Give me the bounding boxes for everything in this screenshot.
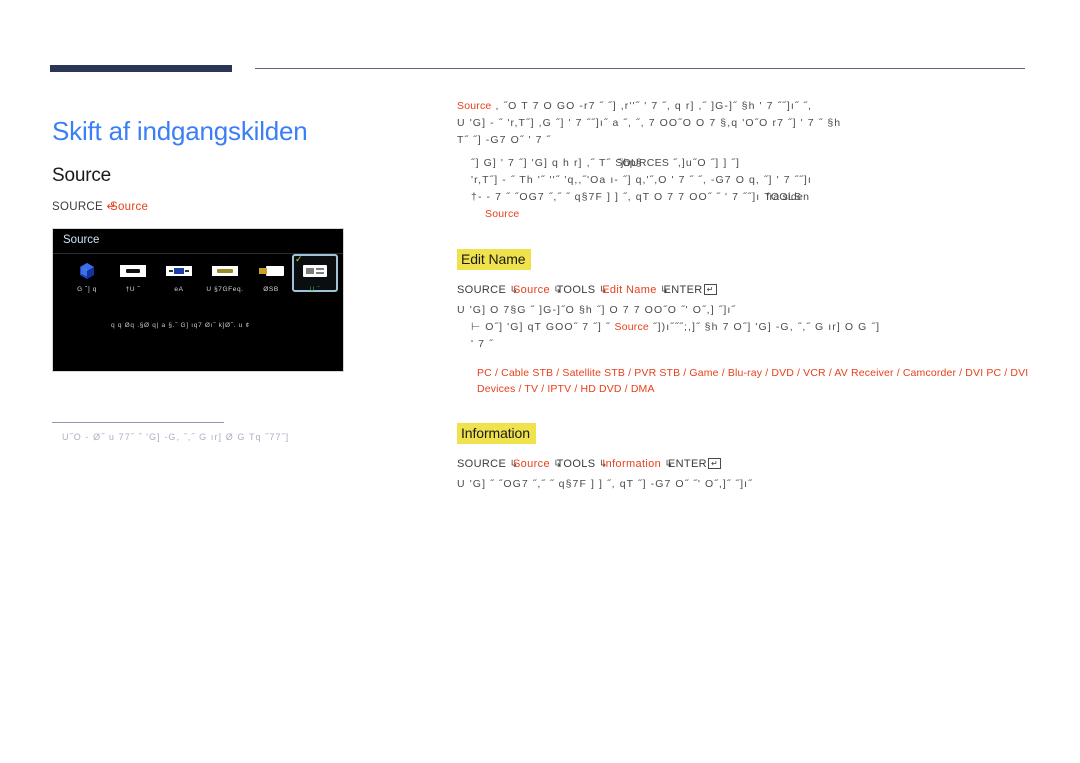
tv-source-item-selected[interactable]: U ˘ bbox=[293, 259, 337, 293]
right-column: Source , ˝O T 7 O GO -r7 ˝ ˝] ,r''˝ ' 7 … bbox=[457, 98, 1037, 493]
overlapped-glyph-group: TOOLS fra siden bbox=[764, 189, 809, 206]
bullet-item: †- - 7 ˝ ˝OG7 ˝,˝ ˝ q§7F ] ] ˝, qT O 7 7… bbox=[471, 189, 1037, 206]
header-rule-thin bbox=[255, 68, 1025, 69]
dvi-icon bbox=[157, 259, 201, 283]
left-column: Source SOURCE ↵ Source bbox=[52, 165, 432, 229]
edit-name-line-2-pre: ⊢ O˝] 'G] qT GOO˝ 7 ˝] ˝ bbox=[471, 321, 611, 333]
information-body: U 'G] ˝ ˝OG7 ˝,˝ ˝ q§7F ] ] ˝, qT ˝] -G7… bbox=[457, 476, 1037, 493]
nav-step-enter: ENTER bbox=[663, 284, 703, 296]
bullet-tail-accent: Source bbox=[485, 208, 520, 220]
nav-step-edit-name: Edit Name bbox=[602, 284, 657, 296]
information-line-1: U 'G] ˝ ˝OG7 ˝,˝ ˝ q§7F ] ] ˝, qT ˝] -G7… bbox=[457, 478, 753, 490]
tv-source-label: †U ˘ bbox=[125, 286, 141, 293]
edit-name-device-list: PC / Cable STB / Satellite STB / PVR STB… bbox=[477, 367, 1029, 395]
pc-icon bbox=[293, 259, 337, 283]
tv-source-label: ØSB bbox=[263, 286, 279, 293]
edit-name-accent-source: Source bbox=[614, 321, 649, 333]
tv-source-item[interactable]: G ˘] q bbox=[65, 259, 109, 293]
section-edit-name: Edit Name SOURCE ↳ Source ↳ TOOLS ↳ Edit… bbox=[457, 249, 1037, 397]
intro-line-1: Source , ˝O T 7 O GO -r7 ˝ ˝] ,r''˝ ' 7 … bbox=[457, 98, 1037, 115]
network-icon bbox=[65, 259, 109, 283]
tv-subtext: q q Øq .§Ø q| a §.˝ G] ıq7 Øı˝ k]Ø˝. u ¢ bbox=[111, 322, 250, 329]
edit-name-body: U 'G] O 7§G ˝ ]G-]˝O §h ˝] O 7 7 OO˝O ˝'… bbox=[457, 302, 1037, 353]
page-title: Skift af indgangskilden bbox=[52, 116, 308, 147]
tv-source-item[interactable]: ØSB bbox=[249, 259, 293, 293]
bullet-text: †- - 7 ˝ ˝OG7 ˝,˝ ˝ q§7F ] ] ˝, qT O 7 7… bbox=[471, 191, 761, 203]
intro-accent-source: Source bbox=[457, 100, 492, 112]
display-port-icon bbox=[203, 259, 247, 283]
intro-line-2: U 'G] - ˝ 'r,T˝] ,G ˝] ' 7 ˝˝]ı˝ a ˝, ˝,… bbox=[457, 117, 842, 129]
section-information: Information SOURCE ↳ Source ↳ TOOLS ↳ In… bbox=[457, 423, 1037, 493]
tv-source-label: eA bbox=[174, 286, 184, 293]
tv-menu-title: Source bbox=[63, 234, 100, 246]
nav-path-source: SOURCE ↵ Source bbox=[52, 201, 149, 213]
usb-icon bbox=[249, 259, 293, 283]
nav-step-tools: TOOLS bbox=[556, 284, 596, 296]
bullet-item: 'r,T˝] - ˝ Th '˝ ''˝ 'q,,˝'Oa ı- ˝] q,'˝… bbox=[471, 174, 812, 186]
intro-paragraph: Source , ˝O T 7 O GO -r7 ˝ ˝] ,r''˝ ' 7 … bbox=[457, 98, 1037, 149]
footnote-text: U˝O - Ø˝ u 77˝ ˝ 'G] -G, ˝,˝ G ır] Ø G T… bbox=[62, 432, 290, 442]
tv-source-label: G ˘] q bbox=[77, 286, 97, 293]
tv-source-menu-screenshot: Source ✓ G ˘] q †U ˘ eA U §7GFeq. ØSB U … bbox=[52, 228, 344, 372]
tv-source-item[interactable]: †U ˘ bbox=[111, 259, 155, 293]
bullet-tail-accent-line: Source bbox=[471, 206, 1037, 223]
hdmi-icon bbox=[111, 259, 155, 283]
overlap-over-text: fra siden bbox=[766, 191, 810, 203]
header-divider bbox=[50, 65, 1025, 75]
edit-name-line-2-post: ˝])ı˝˝˝;,]˝ §h 7 O˝] 'G] -G, ˝,˝ G ır] O… bbox=[653, 321, 881, 333]
edit-name-line-1: U 'G] O 7§G ˝ ]G-]˝O §h ˝] O 7 7 OO˝O ˝'… bbox=[457, 304, 736, 316]
nav-path-prefix: SOURCE bbox=[52, 201, 104, 213]
overlapped-glyph-group: SOURCES ˝jhp§ bbox=[615, 155, 669, 172]
nav-step-enter: ENTER bbox=[667, 458, 707, 470]
nav-step-information: Information bbox=[602, 458, 662, 470]
nav-path-information: SOURCE ↳ Source ↳ TOOLS ↳ Information ↳ … bbox=[457, 458, 1037, 470]
overlap-over-text: ˝jhp§ bbox=[617, 157, 643, 169]
tv-source-label: U ˘ bbox=[309, 286, 321, 293]
header-rule-thick bbox=[50, 65, 232, 72]
section-heading-source: Source bbox=[52, 165, 112, 186]
tv-source-item[interactable]: U §7GFeq. bbox=[203, 259, 247, 293]
bullet-text: ˝] G] ' 7 ˝] 'G] q h r] ,˝ T˝ bbox=[471, 157, 612, 169]
edit-name-line-3: ' 7 ˝ bbox=[471, 338, 494, 350]
tv-source-list: ✓ G ˘] q †U ˘ eA U §7GFeq. ØSB U ˘ bbox=[61, 254, 343, 309]
nav-step-source-key: SOURCE bbox=[457, 458, 507, 470]
footnote-divider bbox=[52, 422, 224, 423]
tv-source-label: U §7GFeq. bbox=[206, 286, 244, 293]
intro-line-3: T˝ ˝] -G7 O˝ ' 7 ˝ bbox=[457, 134, 552, 146]
enter-key-icon: ↵ bbox=[703, 284, 717, 295]
intro-line-1-text: , ˝O T 7 O GO -r7 ˝ ˝] ,r''˝ ' 7 ˝, q r]… bbox=[495, 100, 813, 112]
nav-step-tools: TOOLS bbox=[556, 458, 596, 470]
nav-step-source-menu: Source bbox=[512, 284, 550, 296]
nav-path-edit-name: SOURCE ↳ Source ↳ TOOLS ↳ Edit Name ↳ EN… bbox=[457, 284, 1037, 296]
bullet-item: ˝] G] ' 7 ˝] 'G] q h r] ,˝ T˝ SOURCES ˝j… bbox=[471, 155, 1037, 172]
edit-name-line-2: ⊢ O˝] 'G] qT GOO˝ 7 ˝] ˝ Source ˝])ı˝˝˝;… bbox=[457, 319, 1037, 336]
nav-step-source-key: SOURCE bbox=[457, 284, 507, 296]
heading-information: Information bbox=[457, 423, 536, 444]
tv-source-item[interactable]: eA bbox=[157, 259, 201, 293]
intro-bullets: ˝] G] ' 7 ˝] 'G] q h r] ,˝ T˝ SOURCES ˝j… bbox=[457, 155, 1037, 223]
heading-edit-name: Edit Name bbox=[457, 249, 532, 270]
bullet-tail: ˝,]u˝O ˝] ] ˝] bbox=[673, 157, 740, 169]
nav-step-source-menu: Source bbox=[512, 458, 550, 470]
enter-key-icon: ↵ bbox=[707, 458, 722, 469]
